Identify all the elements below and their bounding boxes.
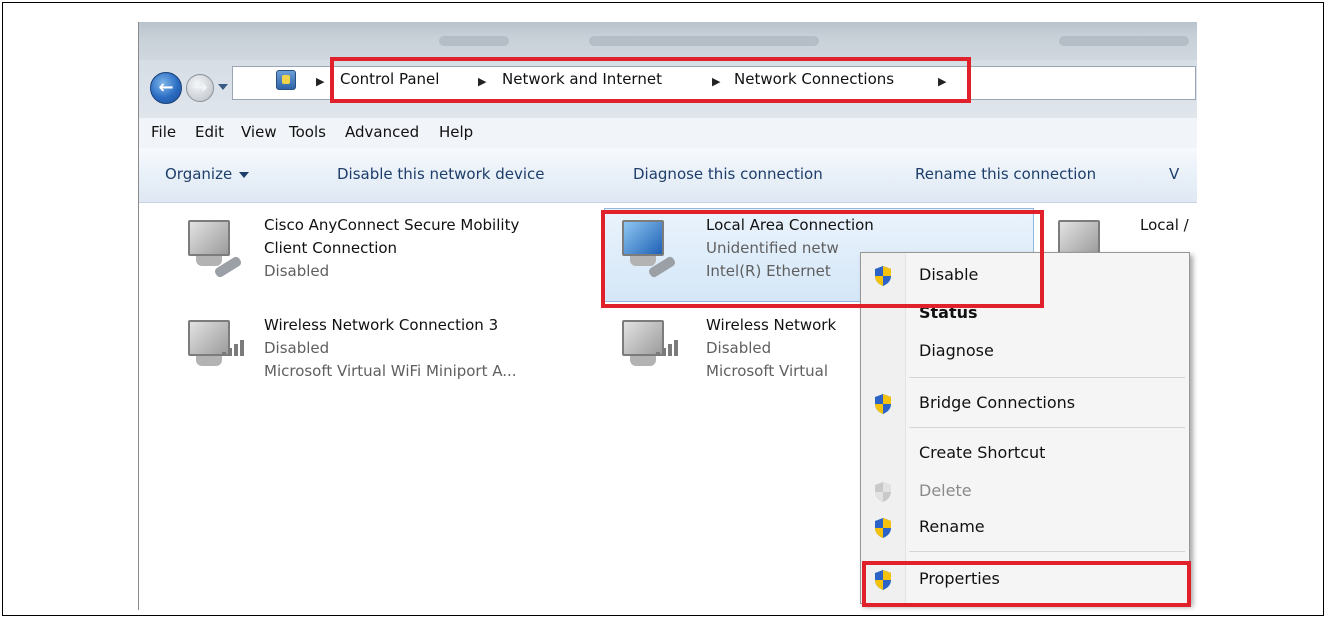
connection-device: Microsoft Virtual WiFi Miniport A... xyxy=(264,362,517,380)
menu-label: Create Shortcut xyxy=(919,443,1046,462)
connection-status: Disabled xyxy=(264,339,330,357)
chevron-down-icon xyxy=(239,171,250,178)
diagnose-connection-button[interactable]: Diagnose this connection xyxy=(633,165,823,183)
menu-separator xyxy=(909,377,1185,378)
connection-name: Local / xyxy=(1140,216,1189,234)
disable-device-button[interactable]: Disable this network device xyxy=(337,165,545,183)
breadcrumb-separator-icon[interactable]: ▶ xyxy=(316,75,324,88)
menu-label: Diagnose xyxy=(919,341,994,360)
recent-pages-dropdown-icon[interactable] xyxy=(218,84,228,90)
menu-item-rename[interactable]: Rename xyxy=(861,511,1189,543)
menu-label: Delete xyxy=(919,481,972,500)
connection-device: Microsoft Virtual xyxy=(706,362,829,380)
menu-view[interactable]: View xyxy=(241,123,277,141)
forward-button[interactable]: → xyxy=(186,74,214,102)
menu-item-delete: Delete xyxy=(861,475,1189,507)
wireless-adapter-icon xyxy=(610,314,682,386)
menu-label: Rename xyxy=(919,517,985,536)
connection-name: Wireless Network Connection 3 xyxy=(264,316,499,334)
wireless-adapter-icon xyxy=(176,314,248,386)
blurred-title-fragment xyxy=(1059,36,1189,46)
title-bar xyxy=(139,22,1197,60)
connection-status: Disabled xyxy=(264,262,330,280)
view-status-button[interactable]: V xyxy=(1169,165,1179,183)
blurred-title-fragment xyxy=(589,36,819,46)
menu-item-create-shortcut[interactable]: Create Shortcut xyxy=(861,437,1189,469)
network-adapter-icon xyxy=(176,214,248,286)
menu-bar: File Edit View Tools Advanced Help xyxy=(139,118,1197,149)
back-arrow-icon: ← xyxy=(158,77,174,98)
menu-separator xyxy=(909,551,1185,552)
menu-tools[interactable]: Tools xyxy=(289,123,326,141)
menu-help[interactable]: Help xyxy=(439,123,473,141)
organize-label: Organize xyxy=(165,165,233,183)
blurred-title-fragment xyxy=(439,36,509,46)
uac-shield-icon xyxy=(875,394,891,414)
menu-file[interactable]: File xyxy=(151,123,176,141)
organize-button[interactable]: Organize xyxy=(165,165,250,183)
control-panel-icon xyxy=(276,70,296,90)
connection-name-line2: Client Connection xyxy=(264,239,398,257)
annotation-box-connection-disable xyxy=(601,210,1044,308)
rename-connection-button[interactable]: Rename this connection xyxy=(915,165,1096,183)
connection-status: Disabled xyxy=(706,339,772,357)
command-bar: Organize Disable this network device Dia… xyxy=(139,148,1197,203)
menu-item-bridge-connections[interactable]: Bridge Connections xyxy=(861,387,1189,419)
forward-arrow-icon: → xyxy=(192,77,208,98)
back-button[interactable]: ← xyxy=(150,72,182,104)
menu-separator xyxy=(909,427,1185,428)
menu-advanced[interactable]: Advanced xyxy=(345,123,419,141)
annotation-box-address xyxy=(330,57,971,103)
uac-shield-icon xyxy=(875,518,891,538)
menu-item-diagnose[interactable]: Diagnose xyxy=(861,335,1189,367)
connection-name: Cisco AnyConnect Secure Mobility xyxy=(264,216,520,234)
menu-edit[interactable]: Edit xyxy=(195,123,224,141)
uac-shield-disabled-icon xyxy=(875,482,891,502)
connection-name: Wireless Network xyxy=(706,316,837,334)
menu-label: Bridge Connections xyxy=(919,393,1076,412)
annotation-box-properties xyxy=(862,561,1191,607)
